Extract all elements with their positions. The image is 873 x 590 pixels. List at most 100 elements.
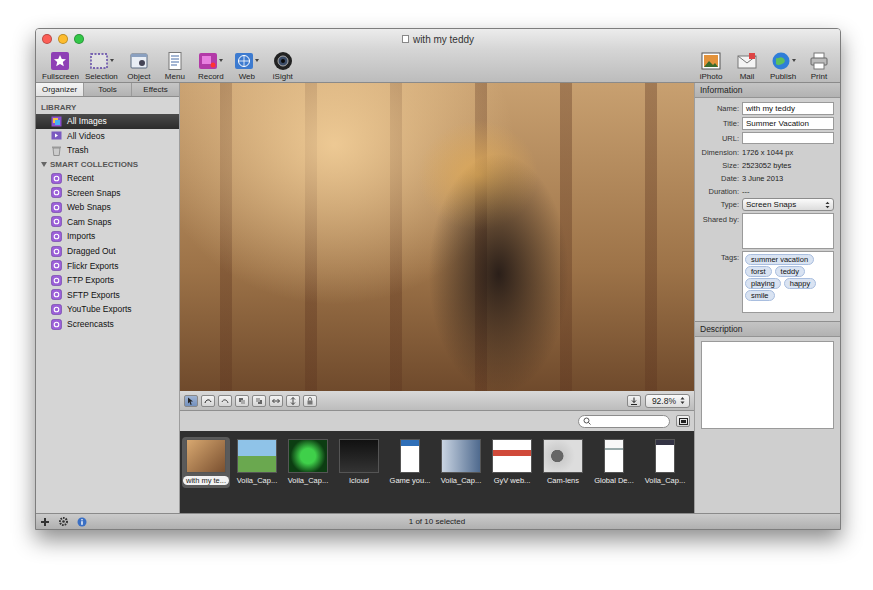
info-icon[interactable] (77, 517, 87, 527)
toolbar-label: Web (239, 72, 255, 81)
edit-tool-icon (255, 397, 263, 405)
minimize-button[interactable] (58, 34, 68, 44)
sidebar-item[interactable]: Web Snaps (36, 200, 179, 215)
sidebar-tab[interactable]: Tools (84, 83, 132, 96)
add-icon[interactable] (40, 517, 50, 527)
export-button[interactable] (627, 395, 641, 407)
edit-tool-button[interactable] (218, 395, 232, 407)
sidebar-item[interactable]: Screen Snaps (36, 185, 179, 200)
sidebar-item[interactable]: YouTube Exports (36, 302, 179, 317)
sidebar-item[interactable]: All Videos (36, 129, 179, 144)
gear-icon[interactable] (58, 516, 69, 527)
thumbnail[interactable]: Voila_Cap... (284, 437, 332, 488)
thumbnail[interactable]: Game you... (386, 437, 434, 488)
disclosure-triangle-icon[interactable] (41, 162, 47, 167)
sidebar-item[interactable]: SFTP Exports (36, 288, 179, 303)
close-button[interactable] (42, 34, 52, 44)
sidebar-item[interactable]: Trash (36, 143, 179, 158)
tag[interactable]: forst (745, 266, 772, 277)
search-field[interactable] (578, 415, 670, 428)
edit-tool-icon (204, 397, 212, 405)
tag[interactable]: happy (784, 278, 816, 289)
toolbar-button[interactable]: Publish (766, 50, 800, 81)
dropdown-arrow-icon[interactable] (219, 59, 223, 62)
browser-toolbar (180, 411, 694, 431)
tags-box[interactable]: summer vacationforstteddyplayinghappy smi… (742, 251, 834, 313)
sidebar-item[interactable]: All Images (36, 114, 179, 129)
toolbar-icon-row (273, 50, 293, 71)
smart-collection-icon (51, 187, 62, 198)
field-label: Shared by: (697, 213, 739, 224)
thumbnail-image (604, 439, 624, 473)
toolbar-button[interactable]: iSight (266, 50, 300, 81)
edit-tool-button[interactable] (235, 395, 249, 407)
edit-tool-button[interactable] (252, 395, 266, 407)
sidebar-item[interactable]: Dragged Out (36, 244, 179, 259)
sidebar-item[interactable]: Cam Snaps (36, 215, 179, 230)
dropdown-arrow-icon[interactable] (110, 59, 114, 62)
edit-tool-button[interactable] (286, 395, 300, 407)
field-value: 1726 x 1044 px (742, 146, 834, 157)
smart-collection-icon (51, 231, 62, 242)
text-field[interactable] (742, 132, 834, 144)
toolbar-button[interactable]: Menu (158, 50, 192, 81)
smart-collection-icon (51, 304, 62, 315)
section-header[interactable]: SMART COLLECTIONS (36, 158, 179, 171)
dropdown-arrow-icon[interactable] (255, 59, 259, 62)
thumbnail[interactable]: Cam-lens (539, 437, 587, 488)
text-field[interactable]: Summer Vacation (742, 117, 834, 130)
thumbnail[interactable]: GyV web... (488, 437, 536, 488)
library-item-icon (51, 116, 62, 127)
description-field[interactable] (701, 341, 834, 429)
content: OrganizerToolsEffects LIBRARYAll ImagesAl… (36, 83, 840, 513)
thumbnail[interactable]: Voila_Cap... (641, 437, 689, 488)
zoom-button[interactable] (74, 34, 84, 44)
edit-tool-button[interactable] (184, 395, 198, 407)
toolbar-button[interactable]: Mail (730, 50, 764, 81)
field-label: Tags: (697, 251, 739, 262)
thumbnail-image (237, 439, 277, 473)
image-canvas[interactable] (180, 83, 694, 391)
toolbar-button[interactable]: Selection (83, 50, 120, 81)
tag[interactable]: summer vacation (745, 254, 814, 265)
sidebar-item[interactable]: Screencasts (36, 317, 179, 332)
sidebar-item[interactable]: Imports (36, 229, 179, 244)
sidebar-item[interactable]: Recent (36, 171, 179, 186)
tag[interactable]: playing (745, 278, 781, 289)
thumbnail[interactable]: Icloud (335, 437, 383, 488)
edit-tool-button[interactable] (201, 395, 215, 407)
toolbar-button[interactable]: Print (802, 50, 836, 81)
tag[interactable]: teddy (775, 266, 805, 277)
thumbnail[interactable]: Global De... (590, 437, 638, 488)
search-icon (583, 417, 592, 425)
section-header: LIBRARY (36, 101, 179, 114)
thumbnail[interactable]: Voila_Cap... (437, 437, 485, 488)
toolbar-button[interactable]: Fullscreen (40, 50, 81, 81)
sidebar-item[interactable]: Flickr Exports (36, 258, 179, 273)
toolbar-button[interactable]: Record (194, 50, 228, 81)
sidebar: OrganizerToolsEffects LIBRARYAll ImagesAl… (36, 83, 179, 513)
edit-tool-button[interactable] (269, 395, 283, 407)
shared-by-box[interactable] (742, 213, 834, 249)
toolbar-item-icon (50, 51, 70, 71)
tag[interactable]: smile (745, 290, 775, 301)
toolbar-label: Object (127, 72, 150, 81)
dropdown-arrow-icon[interactable] (792, 59, 796, 62)
toolbar-button[interactable]: Web (230, 50, 264, 81)
thumbnail[interactable]: with my te... (182, 437, 230, 488)
type-select[interactable]: Screen Snaps (742, 198, 834, 211)
zoom-field[interactable]: 92.8% (645, 394, 690, 408)
toolbar-button[interactable]: iPhoto (694, 50, 728, 81)
sidebar-tab[interactable]: Effects (132, 83, 179, 96)
toolbar-label: iPhoto (700, 72, 723, 81)
sidebar-tab[interactable]: Organizer (36, 83, 84, 96)
toolbar-button[interactable]: Object (122, 50, 156, 81)
edit-tool-button[interactable] (303, 395, 317, 407)
view-toggle-button[interactable] (676, 415, 690, 427)
sidebar-item[interactable]: FTP Exports (36, 273, 179, 288)
stepper-icon (680, 396, 685, 405)
text-field[interactable]: with my teddy (742, 102, 834, 115)
select-arrows-icon (825, 201, 830, 209)
thumbnail[interactable]: Voila_Cap... (233, 437, 281, 488)
toolbar-label: Fullscreen (42, 72, 79, 81)
